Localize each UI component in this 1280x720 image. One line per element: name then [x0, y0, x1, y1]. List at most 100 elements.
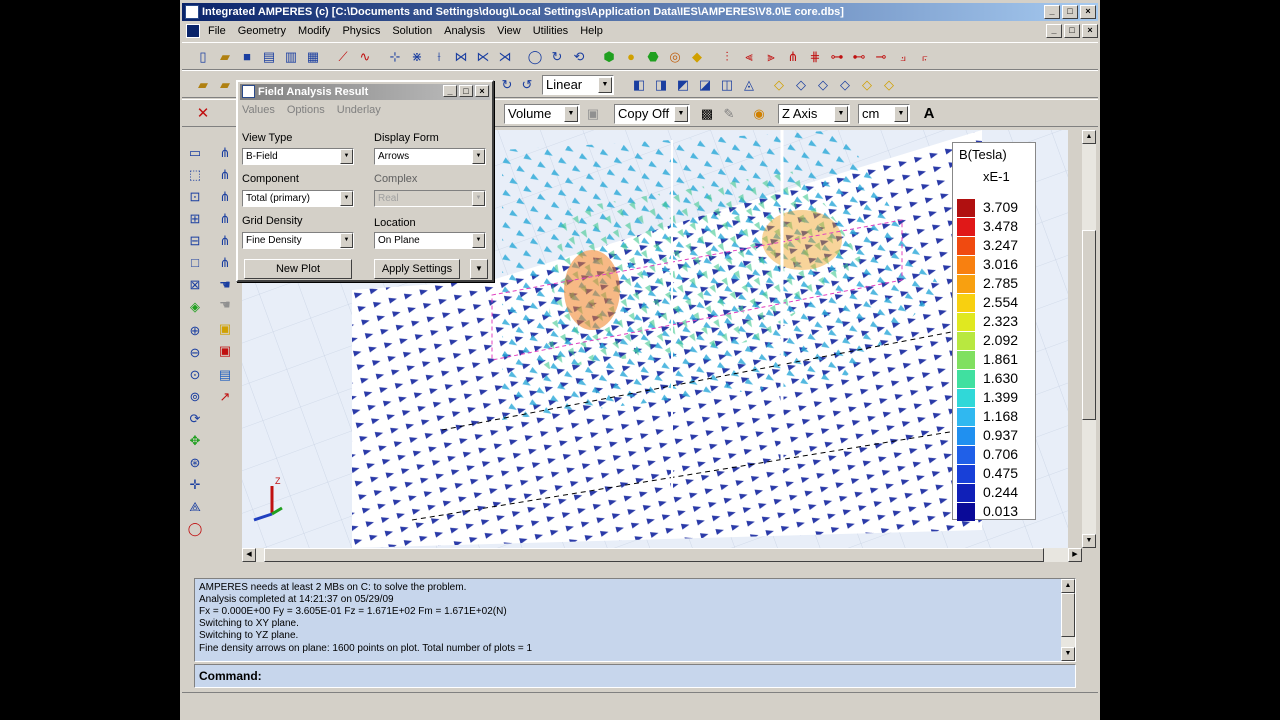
cylinder-solid-icon[interactable]: ⬣ [644, 48, 662, 66]
pick-point-icon[interactable]: ⊡ [186, 188, 204, 206]
render-combo[interactable]: Volume ▼ [504, 104, 580, 124]
select-icon[interactable]: ▭ [186, 144, 204, 162]
physics-tool-5-icon[interactable]: ⋕ [806, 48, 824, 66]
menu-utilities[interactable]: Utilities [527, 22, 574, 40]
material-icon[interactable]: ▣ [216, 320, 234, 338]
boundary-tool-icon[interactable]: ⟊ [430, 48, 448, 66]
dialog-close-button[interactable]: × [475, 85, 489, 97]
command-input[interactable]: Command: [194, 664, 1076, 688]
merge-tool-icon[interactable]: ⋉ [474, 48, 492, 66]
chevron-down-icon[interactable]: ▼ [340, 149, 353, 164]
chevron-down-icon[interactable]: ▼ [834, 106, 848, 122]
iso-view-4-icon[interactable]: ◇ [836, 76, 854, 94]
menu-solution[interactable]: Solution [386, 22, 438, 40]
chevron-down-icon[interactable]: ▼ [340, 233, 353, 248]
sweep-tool-icon[interactable]: ⟲ [570, 48, 588, 66]
view-right-icon[interactable]: ◪ [696, 76, 714, 94]
zoom-window-icon[interactable]: ⬚ [186, 166, 204, 184]
box-solid-icon[interactable]: ⬢ [600, 48, 618, 66]
console-scroll-thumb[interactable] [1061, 593, 1075, 637]
menu-modify[interactable]: Modify [292, 22, 336, 40]
vertical-scrollbar[interactable]: ▲ ▼ [1082, 130, 1096, 548]
console-scrollbar[interactable]: ▲ ▼ [1061, 579, 1075, 661]
frame-icon[interactable]: ⊠ [186, 276, 204, 294]
dialog-maximize-button[interactable]: □ [459, 85, 473, 97]
menu-geometry[interactable]: Geometry [232, 22, 292, 40]
chevron-down-icon[interactable]: ▼ [340, 191, 353, 206]
view-back-icon[interactable]: ◨ [652, 76, 670, 94]
boundary-icon[interactable]: ▤ [216, 366, 234, 384]
minimize-button[interactable]: _ [1044, 5, 1060, 19]
hand-icon[interactable]: ☚ [216, 276, 234, 294]
mode-combo[interactable]: Linear ▼ [542, 75, 614, 95]
new-file-icon[interactable]: ▯ [194, 48, 212, 66]
torus-solid-icon[interactable]: ◎ [666, 48, 684, 66]
tab-options[interactable]: Options [287, 104, 325, 116]
mdi-minimize-button[interactable]: _ [1046, 24, 1062, 38]
extend-tool-icon[interactable]: ⋊ [496, 48, 514, 66]
node-tool-icon[interactable]: ⊹ [386, 48, 404, 66]
menu-file[interactable]: File [202, 22, 232, 40]
hand-disabled-icon[interactable]: ☚ [216, 296, 234, 314]
document-icon[interactable] [186, 24, 200, 38]
mdi-close-button[interactable]: × [1082, 24, 1098, 38]
menu-physics[interactable]: Physics [336, 22, 386, 40]
view-left-icon[interactable]: ◩ [674, 76, 692, 94]
grid-density-select[interactable]: Fine Density ▼ [242, 232, 354, 249]
scroll-down-icon[interactable]: ▼ [1061, 647, 1075, 661]
fill-icon[interactable]: ◈ [186, 298, 204, 316]
arc-tool-icon[interactable]: ∿ [356, 48, 374, 66]
scroll-up-icon[interactable]: ▲ [1061, 579, 1075, 593]
complex-select[interactable]: Real ▼ [374, 190, 486, 207]
scroll-right-icon[interactable]: ▶ [1068, 548, 1082, 562]
sphere-solid-icon[interactable]: ● [622, 48, 640, 66]
new-plot-button[interactable]: New Plot [244, 259, 352, 279]
rotate-view-icon[interactable]: ⟳ [186, 410, 204, 428]
view-top-icon[interactable]: ◫ [718, 76, 736, 94]
iso-view-2-icon[interactable]: ◇ [792, 76, 810, 94]
chevron-down-icon[interactable]: ▼ [472, 233, 485, 248]
physics-tool-9-icon[interactable]: ⟓ [894, 48, 912, 66]
group-icon[interactable]: ▰ [216, 76, 234, 94]
horizontal-scroll-thumb[interactable] [264, 548, 1044, 562]
box-icon[interactable]: □ [186, 254, 204, 272]
chevron-down-icon[interactable]: ▼ [894, 106, 908, 122]
refresh-icon[interactable]: ↻ [498, 76, 516, 94]
scroll-left-icon[interactable]: ◀ [242, 548, 256, 562]
zoom-out-icon[interactable]: ⊖ [186, 344, 204, 362]
chevron-down-icon[interactable]: ▼ [472, 191, 485, 206]
tools-icon[interactable]: ✎ [720, 105, 738, 123]
physics-tool-3-icon[interactable]: ⫸ [762, 48, 780, 66]
zoom-fit-icon[interactable]: ⊙ [186, 366, 204, 384]
save-icon[interactable]: ■ [238, 48, 256, 66]
vertical-scroll-thumb[interactable] [1082, 230, 1096, 420]
field-tool-1-icon[interactable]: ⋔ [216, 144, 234, 162]
field-tool-4-icon[interactable]: ⋔ [216, 210, 234, 228]
physics-tool-10-icon[interactable]: ⟔ [916, 48, 934, 66]
dialog-minimize-button[interactable]: _ [443, 85, 457, 97]
iso-view-3-icon[interactable]: ◇ [814, 76, 832, 94]
segment-tool-icon[interactable]: ⋇ [408, 48, 426, 66]
iso-view-1-icon[interactable]: ◇ [770, 76, 788, 94]
view-front-icon[interactable]: ◧ [630, 76, 648, 94]
tab-values[interactable]: Values [242, 104, 275, 116]
unit-combo[interactable]: cm ▼ [858, 104, 910, 124]
menu-help[interactable]: Help [574, 22, 609, 40]
lock-icon[interactable]: ▣ [584, 105, 602, 123]
menu-view[interactable]: View [491, 22, 527, 40]
physics-tool-1-icon[interactable]: ⫶ [718, 48, 736, 66]
field-tool-5-icon[interactable]: ⋔ [216, 232, 234, 250]
arrow-red-icon[interactable]: ↗ [216, 388, 234, 406]
horizontal-scrollbar[interactable]: ◀ ▶ [242, 548, 1082, 562]
menu-analysis[interactable]: Analysis [438, 22, 491, 40]
orbit-icon[interactable]: ⊛ [186, 454, 204, 472]
scroll-down-icon[interactable]: ▼ [1082, 534, 1096, 548]
tab-underlay[interactable]: Underlay [337, 104, 381, 116]
physics-tool-2-icon[interactable]: ⫷ [740, 48, 758, 66]
iso-view-6-icon[interactable]: ◇ [880, 76, 898, 94]
physics-tool-4-icon[interactable]: ⋔ [784, 48, 802, 66]
location-select[interactable]: On Plane ▼ [374, 232, 486, 249]
chevron-down-icon[interactable]: ▼ [674, 106, 688, 122]
circle-tool-icon[interactable]: ◯ [526, 48, 544, 66]
maximize-button[interactable]: □ [1062, 5, 1078, 19]
